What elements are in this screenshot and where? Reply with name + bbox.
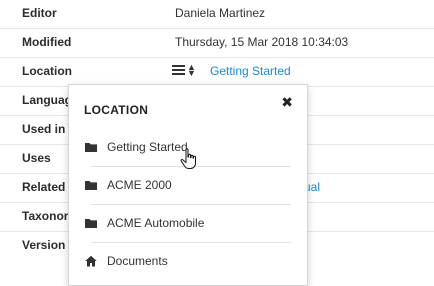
editor-label: Editor [22, 6, 57, 20]
close-icon[interactable]: ✖ [281, 94, 293, 111]
home-icon [85, 255, 97, 267]
location-item-label: Documents [107, 254, 168, 268]
list-icon [172, 65, 185, 77]
location-popover: LOCATION ✖ Getting Started ACME 2000 ACM… [68, 84, 308, 286]
uses-label: Uses [22, 151, 51, 165]
folder-icon [85, 143, 97, 152]
editor-row: Editor Daniela Martinez [0, 0, 434, 29]
modified-value: Thursday, 15 Mar 2018 10:34:03 [175, 35, 349, 49]
location-item-acme-automobile[interactable]: ACME Automobile [85, 205, 291, 243]
location-label: Location [22, 64, 72, 78]
location-item-label: ACME 2000 [107, 178, 172, 192]
version-label: Version [22, 238, 66, 252]
location-item-documents[interactable]: Documents [85, 243, 291, 281]
folder-icon [85, 219, 97, 228]
location-item-acme-2000[interactable]: ACME 2000 [85, 167, 291, 205]
sort-arrows-icon: ▲ ▼ [187, 62, 196, 78]
location-item-label: ACME Automobile [107, 216, 205, 230]
editor-value: Daniela Martinez [175, 6, 266, 20]
location-row: Location ▲ ▼ Getting Started [0, 58, 434, 87]
related-label: Related [22, 180, 66, 194]
modified-row: Modified Thursday, 15 Mar 2018 10:34:03 [0, 29, 434, 58]
location-item-label: Getting Started [107, 140, 188, 154]
popover-title: LOCATION [84, 103, 149, 117]
used-in-label: Used in [22, 122, 66, 136]
location-link[interactable]: Getting Started [210, 64, 291, 78]
hand-pointer-icon [180, 148, 196, 169]
folder-icon [85, 181, 97, 190]
taxonomy-label: Taxonor [22, 209, 69, 223]
language-label: Languag [22, 93, 72, 107]
location-menu-toggle[interactable]: ▲ ▼ [172, 62, 198, 80]
modified-label: Modified [22, 35, 72, 49]
